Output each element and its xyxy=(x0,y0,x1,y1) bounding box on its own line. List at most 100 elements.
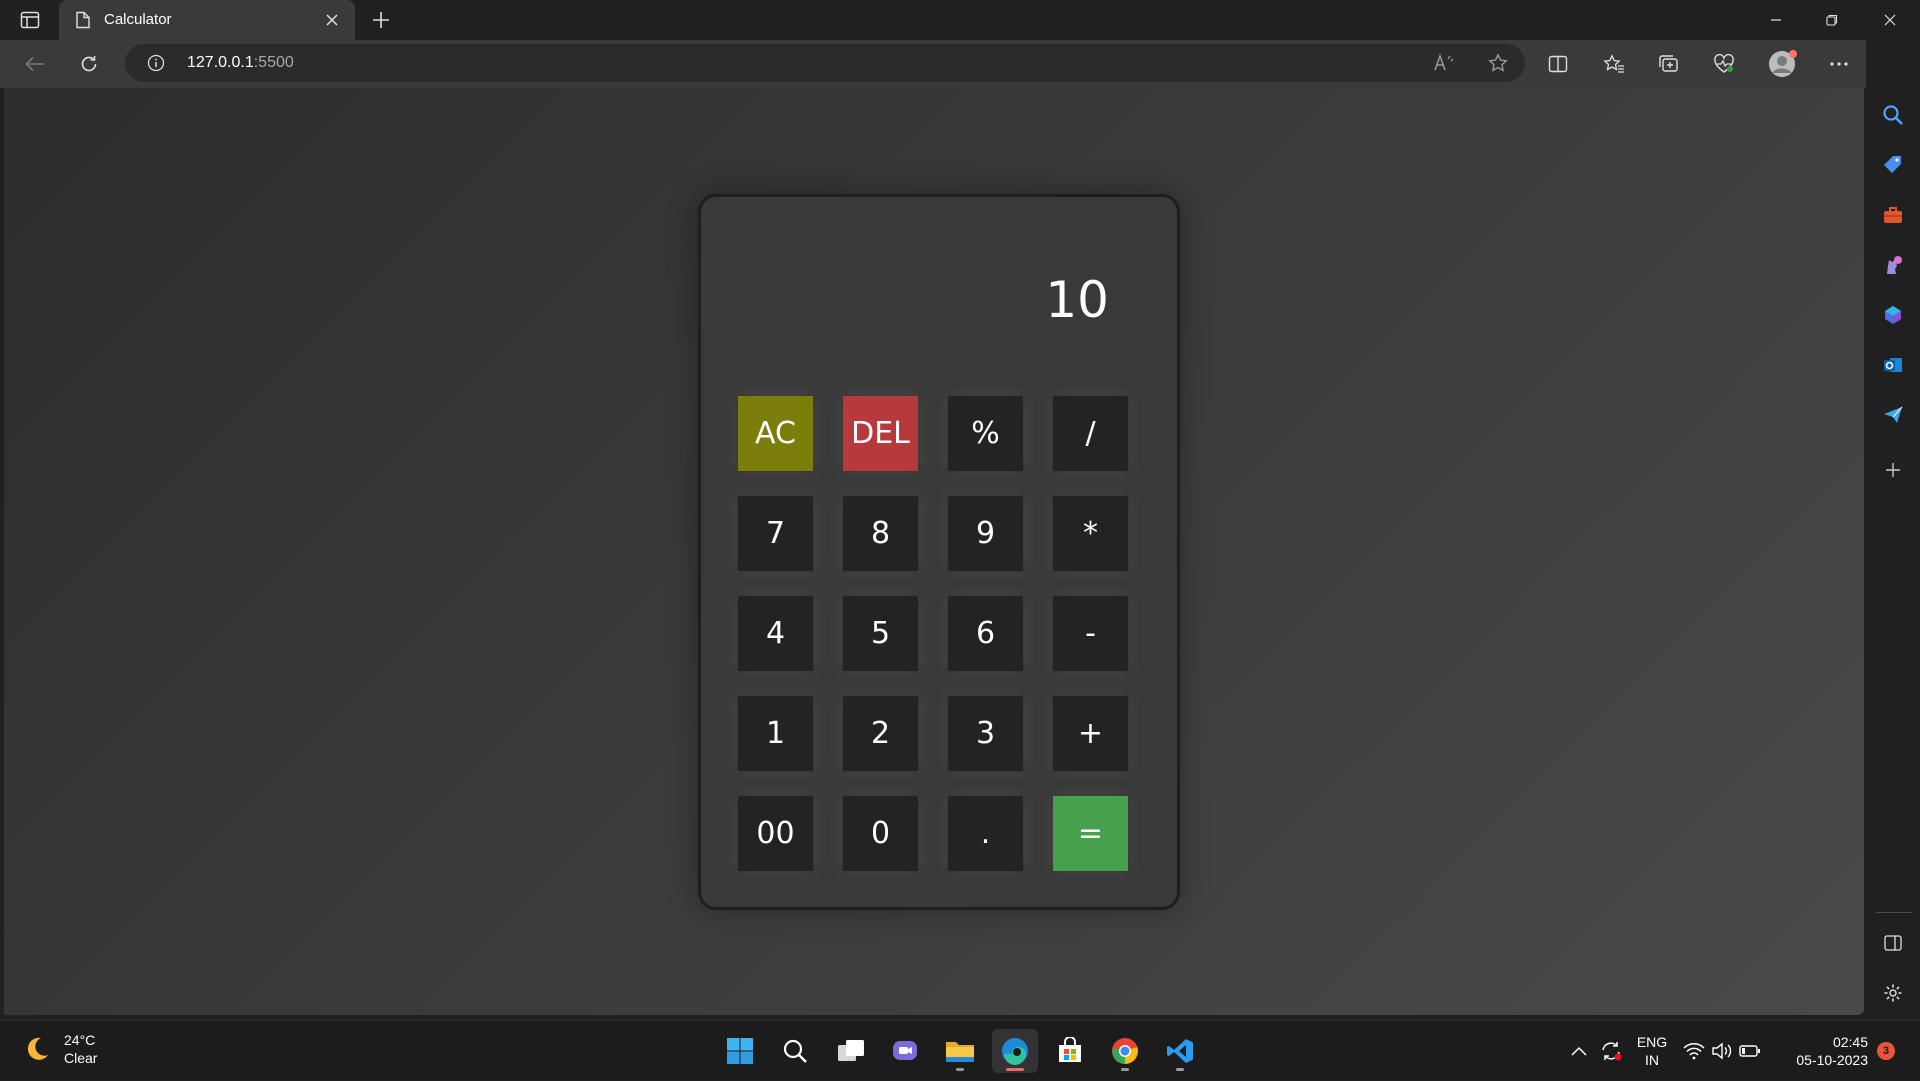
language-indicator[interactable]: ENG IN xyxy=(1628,1021,1676,1081)
key-2[interactable]: 2 xyxy=(843,696,918,771)
clock[interactable]: 02:45 05-10-2023 xyxy=(1782,1021,1868,1081)
store-icon xyxy=(1059,1037,1081,1062)
plus-icon xyxy=(373,12,389,28)
taskbar: 24°C Clear ENG IN 02:45 05-10-2023 3 xyxy=(0,1020,1920,1080)
running-indicator xyxy=(1176,1068,1184,1071)
sidebar-panel-icon xyxy=(1884,935,1902,951)
key-divide[interactable]: / xyxy=(1053,396,1128,471)
close-tab-button[interactable] xyxy=(323,11,341,29)
key-8[interactable]: 8 xyxy=(843,496,918,571)
edge-sidebar xyxy=(1866,40,1920,1015)
address-bar[interactable]: 127.0.0.1:5500 xyxy=(125,44,1525,82)
wifi-icon xyxy=(1683,1043,1705,1060)
close-icon xyxy=(326,14,338,26)
edge-button[interactable] xyxy=(992,1029,1038,1073)
read-aloud-button[interactable] xyxy=(1429,48,1459,78)
key-1[interactable]: 1 xyxy=(738,696,813,771)
page-viewport: 10 AC DEL % / 7 8 9 * 4 5 6 - 1 2 3 + 00… xyxy=(4,88,1864,1015)
key-double-zero[interactable]: 00 xyxy=(738,796,813,871)
sidebar-add-button[interactable] xyxy=(1878,455,1908,485)
clock-date: 05-10-2023 xyxy=(1796,1052,1868,1068)
refresh-button[interactable] xyxy=(72,48,106,80)
plus-icon xyxy=(1886,463,1900,477)
split-screen-button[interactable] xyxy=(1541,48,1575,80)
keypad: AC DEL % / 7 8 9 * 4 5 6 - 1 2 3 + 00 0 … xyxy=(738,396,1128,871)
key-subtract[interactable]: - xyxy=(1053,596,1128,671)
send-icon xyxy=(1884,406,1903,423)
running-indicator xyxy=(1121,1068,1129,1071)
close-window-button[interactable] xyxy=(1862,0,1918,40)
vscode-icon xyxy=(1167,1039,1193,1063)
file-explorer-button[interactable] xyxy=(937,1029,983,1073)
sidebar-shopping-button[interactable] xyxy=(1878,150,1908,180)
tab-actions-button[interactable] xyxy=(12,7,48,33)
key-4[interactable]: 4 xyxy=(738,596,813,671)
weather-widget[interactable]: 24°C Clear xyxy=(22,1031,97,1067)
hide-sidebar-button[interactable] xyxy=(1878,928,1908,958)
volume-icon xyxy=(1712,1042,1732,1060)
weather-condition: Clear xyxy=(64,1050,98,1066)
sidebar-m365-button[interactable] xyxy=(1878,300,1908,330)
windows-icon xyxy=(727,1038,753,1064)
collections-button[interactable] xyxy=(1652,48,1686,80)
sidebar-divider xyxy=(1876,912,1912,913)
key-multiply[interactable]: * xyxy=(1053,496,1128,571)
key-5[interactable]: 5 xyxy=(843,596,918,671)
browser-essentials-button[interactable] xyxy=(1707,48,1741,80)
new-tab-button[interactable] xyxy=(368,7,394,33)
page-icon xyxy=(76,11,90,29)
key-percent[interactable]: % xyxy=(948,396,1023,471)
minimize-button[interactable] xyxy=(1748,0,1804,40)
store-button[interactable] xyxy=(1047,1029,1093,1073)
url-text: 127.0.0.1:5500 xyxy=(187,54,294,72)
favorites-icon xyxy=(1603,54,1624,73)
key-0[interactable]: 0 xyxy=(843,796,918,871)
tab-actions-icon xyxy=(20,11,40,29)
running-indicator xyxy=(956,1068,964,1071)
taskbar-search-button[interactable] xyxy=(772,1029,818,1073)
sync-status-button[interactable] xyxy=(1596,1021,1626,1081)
vscode-button[interactable] xyxy=(1157,1029,1203,1073)
url-port: :5500 xyxy=(253,54,294,71)
key-6[interactable]: 6 xyxy=(948,596,1023,671)
collections-icon xyxy=(1659,55,1678,72)
more-button[interactable] xyxy=(1822,48,1856,80)
key-delete[interactable]: DEL xyxy=(843,396,918,471)
key-9[interactable]: 9 xyxy=(948,496,1023,571)
key-7[interactable]: 7 xyxy=(738,496,813,571)
chrome-button[interactable] xyxy=(1102,1029,1148,1073)
quick-settings-button[interactable] xyxy=(1682,1021,1762,1081)
key-all-clear[interactable]: AC xyxy=(738,396,813,471)
games-icon xyxy=(1887,256,1902,274)
sidebar-search-button[interactable] xyxy=(1878,100,1908,130)
search-icon xyxy=(1883,105,1903,125)
favorites-button[interactable] xyxy=(1597,48,1631,80)
weather-temperature: 24°C xyxy=(64,1032,96,1048)
heart-pulse-icon xyxy=(1714,54,1734,73)
tab-calculator[interactable]: Calculator xyxy=(59,0,355,40)
refresh-icon xyxy=(81,56,97,72)
teams-chat-button[interactable] xyxy=(882,1029,928,1073)
sidebar-tools-button[interactable] xyxy=(1878,200,1908,230)
sidebar-drop-button[interactable] xyxy=(1878,400,1908,430)
calculator: 10 AC DEL % / 7 8 9 * 4 5 6 - 1 2 3 + 00… xyxy=(698,194,1180,910)
arrow-left-icon xyxy=(25,56,44,72)
profile-button[interactable] xyxy=(1766,48,1800,80)
favorite-button[interactable] xyxy=(1483,48,1513,78)
task-view-button[interactable] xyxy=(828,1029,874,1073)
show-hidden-icons-button[interactable] xyxy=(1566,1021,1592,1081)
shopping-tag-icon xyxy=(1884,156,1901,173)
key-decimal[interactable]: . xyxy=(948,796,1023,871)
notification-center-button[interactable]: 3 xyxy=(1874,1021,1898,1081)
moon-icon xyxy=(27,1037,48,1060)
key-3[interactable]: 3 xyxy=(948,696,1023,771)
back-button[interactable] xyxy=(18,48,52,80)
start-button[interactable] xyxy=(717,1029,763,1073)
restore-button[interactable] xyxy=(1804,0,1860,40)
running-indicator xyxy=(1006,1068,1024,1071)
sidebar-settings-button[interactable] xyxy=(1878,978,1908,1008)
key-add[interactable]: + xyxy=(1053,696,1128,771)
key-equals[interactable]: = xyxy=(1053,796,1128,871)
sidebar-games-button[interactable] xyxy=(1878,250,1908,280)
sidebar-outlook-button[interactable] xyxy=(1878,350,1908,380)
